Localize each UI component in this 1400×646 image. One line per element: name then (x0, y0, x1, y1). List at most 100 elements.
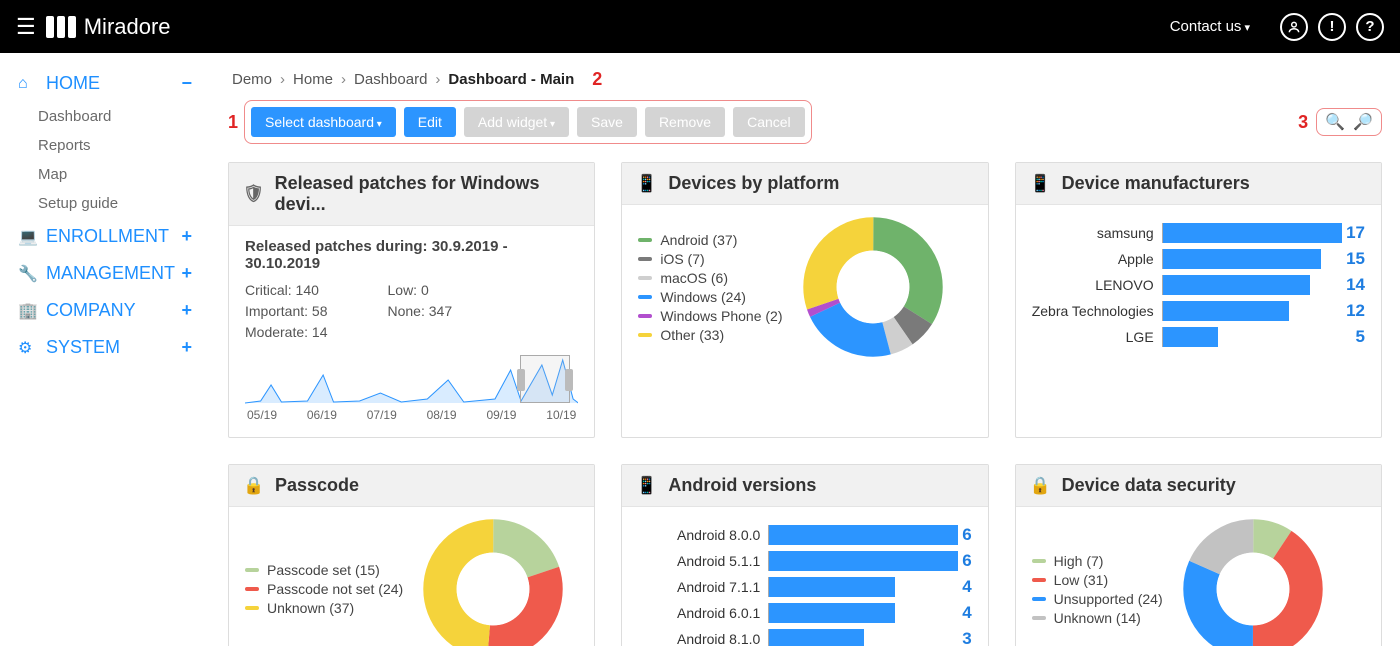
add-widget-button: Add widget (464, 107, 569, 137)
bar-fill (1163, 223, 1342, 243)
bar-row[interactable]: Zebra Technologies12 (1032, 301, 1365, 321)
donut-platforms[interactable] (803, 217, 943, 357)
sidebar-item-dashboard[interactable]: Dashboard (8, 102, 202, 131)
zoom-in-icon[interactable]: 🔎 (1351, 112, 1375, 132)
widget-security: 🔒 Device data security High (7)Low (31)U… (1015, 464, 1382, 646)
legend-item[interactable]: macOS (6) (638, 270, 782, 286)
sidebar-section-company[interactable]: 🏢 COMPANY + (8, 292, 202, 329)
sidebar-label-enrollment: ENROLLMENT (46, 226, 169, 247)
swatch-icon (1032, 578, 1046, 582)
bar-label: Android 5.1.1 (638, 553, 768, 569)
cancel-button: Cancel (733, 107, 805, 137)
breadcrumb-item[interactable]: Demo (232, 71, 272, 88)
sidebar-item-reports[interactable]: Reports (8, 131, 202, 160)
contact-us-dropdown[interactable]: Contact us (1170, 18, 1250, 35)
gear-icon: ⚙ (18, 338, 38, 358)
legend-item[interactable]: Windows (24) (638, 289, 782, 305)
sidebar-label-home: HOME (46, 73, 100, 94)
legend-label: macOS (6) (660, 270, 728, 286)
breadcrumb-item[interactable]: Home (293, 71, 333, 88)
save-button: Save (577, 107, 637, 137)
legend-item[interactable]: Unknown (37) (245, 600, 403, 616)
select-dashboard-button[interactable]: Select dashboard (251, 107, 396, 137)
expand-icon[interactable]: + (181, 263, 192, 284)
bar-track (1162, 249, 1342, 269)
axis-tick: 06/19 (307, 408, 337, 422)
alert-icon[interactable]: ! (1318, 13, 1346, 41)
expand-icon[interactable]: + (181, 337, 192, 358)
bar-label: Android 8.1.0 (638, 631, 768, 646)
zoom-out-icon[interactable]: 🔍 (1323, 112, 1347, 132)
bar-row[interactable]: Android 6.0.14 (638, 603, 971, 623)
bar-row[interactable]: Apple 15 (1032, 249, 1365, 269)
range-slider[interactable] (520, 355, 570, 403)
legend-item[interactable]: Low (31) (1032, 572, 1163, 588)
expand-icon[interactable]: + (181, 300, 192, 321)
wrench-icon: 🔧 (18, 264, 38, 284)
swatch-icon (638, 276, 652, 280)
bar-track (1162, 327, 1352, 347)
lock-icon: 🔒 (1030, 476, 1052, 496)
legend-label: iOS (7) (660, 251, 704, 267)
bar-track (1162, 223, 1342, 243)
sidebar-section-enrollment[interactable]: 💻 ENROLLMENT + (8, 218, 202, 255)
content: Demo › Home › Dashboard › Dashboard - Ma… (210, 53, 1400, 646)
help-icon[interactable]: ? (1356, 13, 1384, 41)
bar-track (768, 629, 958, 646)
chevron-right-icon: › (435, 71, 440, 88)
collapse-icon[interactable]: − (181, 73, 192, 94)
bar-value: 5 (1356, 327, 1365, 347)
legend-item[interactable]: Unknown (14) (1032, 610, 1163, 626)
brand-logo[interactable]: Miradore (46, 14, 171, 40)
bar-fill (769, 603, 895, 623)
bar-label: LENOVO (1032, 277, 1162, 293)
sidebar-section-home[interactable]: ⌂ HOME − (8, 65, 202, 102)
legend-label: Low (31) (1054, 572, 1108, 588)
donut-passcode[interactable] (423, 519, 563, 646)
bar-track (768, 577, 958, 597)
legend-label: Unsupported (24) (1054, 591, 1163, 607)
bar-label: LGE (1032, 329, 1162, 345)
swatch-icon (638, 314, 652, 318)
bar-value: 6 (962, 551, 971, 571)
sidebar-item-map[interactable]: Map (8, 160, 202, 189)
legend-item[interactable]: Windows Phone (2) (638, 308, 782, 324)
bar-label: Apple (1032, 251, 1162, 267)
remove-button: Remove (645, 107, 725, 137)
hamburger-icon[interactable]: ☰ (16, 14, 36, 40)
dashboard-toolbar: Select dashboard Edit Add widget Save Re… (244, 100, 812, 144)
legend-item[interactable]: Unsupported (24) (1032, 591, 1163, 607)
breadcrumb-item[interactable]: Dashboard (354, 71, 427, 88)
legend-label: Unknown (14) (1054, 610, 1141, 626)
sidebar-section-system[interactable]: ⚙ SYSTEM + (8, 329, 202, 366)
legend-item[interactable]: Other (33) (638, 327, 782, 343)
donut-security[interactable] (1183, 519, 1323, 646)
user-icon[interactable] (1280, 13, 1308, 41)
legend-item[interactable]: iOS (7) (638, 251, 782, 267)
legend-security: High (7) Low (31) Unsupported (24) Unknown … (1032, 550, 1163, 629)
bar-value: 15 (1346, 249, 1365, 269)
bar-fill (769, 577, 895, 597)
bar-track (1162, 275, 1342, 295)
bar-row[interactable]: LENOVO14 (1032, 275, 1365, 295)
swatch-icon (638, 257, 652, 261)
edit-button[interactable]: Edit (404, 107, 456, 137)
sidebar-item-setup-guide[interactable]: Setup guide (8, 189, 202, 218)
bar-row[interactable]: LGE 5 (1032, 327, 1365, 347)
device-icon: 📱 (636, 174, 658, 194)
legend-item[interactable]: Passcode set (15) (245, 562, 403, 578)
bar-row[interactable]: Android 5.1.1 6 (638, 551, 971, 571)
legend-item[interactable]: Passcode not set (24) (245, 581, 403, 597)
bar-row[interactable]: Android 8.0.06 (638, 525, 971, 545)
widget-android: 📱 Android versions Android 8.0.06Android… (621, 464, 988, 646)
legend-item[interactable]: Android (37) (638, 232, 782, 248)
bar-row[interactable]: Android 7.1.14 (638, 577, 971, 597)
patches-sparkline[interactable]: 05/19 06/19 07/19 08/19 09/19 10/19 (245, 355, 578, 425)
expand-icon[interactable]: + (181, 226, 192, 247)
bar-row[interactable]: samsung17 (1032, 223, 1365, 243)
shield-icon: 🛡 (243, 184, 265, 204)
sidebar-section-management[interactable]: 🔧 MANAGEMENT + (8, 255, 202, 292)
bar-row[interactable]: Android 8.1.03 (638, 629, 971, 646)
sidebar-label-system: SYSTEM (46, 337, 120, 358)
legend-item[interactable]: High (7) (1032, 553, 1163, 569)
